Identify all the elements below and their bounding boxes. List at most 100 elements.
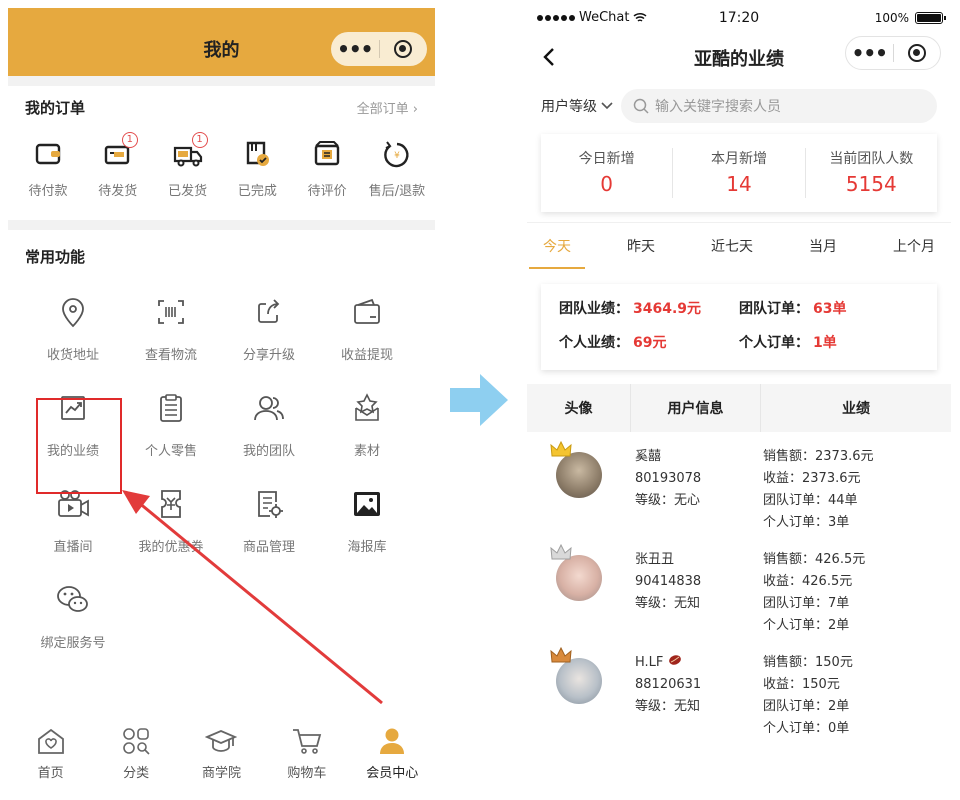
crown-icon <box>550 440 572 457</box>
team-stats-card: 今日新增 0 本月新增 14 当前团队人数 5154 <box>541 134 937 212</box>
battery-indicator: 100% <box>874 11 946 25</box>
personal-retail-button[interactable]: 个人零售 <box>122 378 220 474</box>
svg-text:¥: ¥ <box>394 151 400 161</box>
order-shipped[interactable]: 1 已发货 <box>156 132 220 220</box>
avatar <box>550 440 602 498</box>
order-pending-payment[interactable]: 待付款 <box>16 132 80 220</box>
live-room-button[interactable]: 直播间 <box>24 474 122 570</box>
my-coupons-button[interactable]: 我的优惠券 <box>122 474 220 570</box>
tab-category[interactable]: 分类 <box>96 726 176 781</box>
academy-icon <box>204 726 238 756</box>
close-miniprogram-icon[interactable] <box>893 44 940 62</box>
user-level: 等级：无心 <box>635 493 701 508</box>
my-team-button[interactable]: 我的团队 <box>220 378 318 474</box>
team-sales: 团队业绩： 3464.9元 <box>559 301 702 317</box>
location-icon <box>53 292 93 332</box>
search-placeholder: 输入关键字搜索人员 <box>655 99 781 115</box>
badge: 1 <box>191 132 208 148</box>
functions-grid: 收货地址 查看物流 分享升级 收益提现 我的业绩 个人零售 我的团队 素材 直播… <box>8 282 435 666</box>
poster-library-button[interactable]: 海报库 <box>318 474 416 570</box>
search-input[interactable]: 输入关键字搜索人员 <box>621 89 937 123</box>
share-icon <box>249 292 289 332</box>
table-header: 头像 用户信息 业绩 <box>527 384 951 432</box>
my-performance-button[interactable]: 我的业绩 <box>24 378 122 474</box>
user-name: H.LF <box>635 652 761 674</box>
table-row[interactable]: 奚囍 80193078 等级：无心 销售额：2373.6元 收益：2373.6元… <box>527 432 951 535</box>
right-phone-screen: WeChat 17:20 100% 亚酷的业绩 ••• 用户等级 输入关键字搜索… <box>527 0 951 800</box>
chart-icon <box>53 388 93 428</box>
logistics-button[interactable]: 查看物流 <box>122 282 220 378</box>
more-icon[interactable]: ••• <box>331 32 379 66</box>
chevron-down-icon <box>601 102 613 110</box>
user-name: 奚囍 <box>635 449 662 464</box>
tab-yesterday[interactable]: 昨天 <box>627 223 655 273</box>
tab-cart[interactable]: 购物车 <box>267 726 347 781</box>
tab-academy[interactable]: 商学院 <box>181 726 261 781</box>
miniprogram-capsule: ••• <box>845 36 941 70</box>
crown-icon <box>550 543 572 560</box>
done-box-icon <box>235 132 279 176</box>
avatar <box>550 543 602 601</box>
tab-last-month[interactable]: 上个月 <box>893 223 935 273</box>
coffee-bean-icon <box>668 655 681 665</box>
tab-member-center[interactable]: 会员中心 <box>352 726 432 781</box>
personal-orders: 个人订单： 1单 <box>739 335 837 351</box>
materials-button[interactable]: 素材 <box>318 378 416 474</box>
wechat-icon <box>53 580 93 620</box>
stat-team-size: 当前团队人数 5154 <box>829 151 914 196</box>
coupon-icon <box>151 484 191 524</box>
crown-icon <box>550 646 572 663</box>
orders-title: 我的订单 <box>25 98 86 117</box>
image-icon <box>347 484 387 524</box>
product-management-button[interactable]: 商品管理 <box>220 474 318 570</box>
wallet-withdraw-icon <box>347 292 387 332</box>
all-orders-link[interactable]: 全部订单 › <box>357 98 418 117</box>
filter-bar: 用户等级 输入关键字搜索人员 <box>527 78 951 134</box>
package-icon: 1 <box>96 132 140 176</box>
user-id: 88120631 <box>635 677 702 692</box>
user-performance: 销售额：150元 收益：150元 团队订单：2单 个人订单：0单 <box>763 655 853 736</box>
address-button[interactable]: 收货地址 <box>24 282 122 378</box>
bind-service-account-button[interactable]: 绑定服务号 <box>24 570 122 666</box>
close-miniprogram-icon[interactable] <box>379 40 427 58</box>
table-row[interactable]: H.LF 88120631 等级：无知 销售额：150元 收益：150元 团队订… <box>527 638 951 741</box>
product-settings-icon <box>249 484 289 524</box>
star-box-icon <box>347 388 387 428</box>
table-row[interactable]: 张丑丑 90414838 等级：无知 销售额：426.5元 收益：426.5元 … <box>527 535 951 638</box>
category-icon <box>119 726 153 756</box>
tab-this-month[interactable]: 当月 <box>809 223 837 273</box>
more-icon[interactable]: ••• <box>846 36 893 70</box>
refund-icon: ¥ <box>375 132 419 176</box>
user-id: 80193078 <box>635 471 702 486</box>
battery-percent: 100% <box>874 11 909 25</box>
order-completed[interactable]: 已完成 <box>225 132 289 220</box>
clipboard-icon <box>151 388 191 428</box>
personal-sales: 个人业绩： 69元 <box>559 335 667 351</box>
cart-icon <box>290 726 324 756</box>
withdraw-button[interactable]: 收益提现 <box>318 282 416 378</box>
left-phone-screen: 我的 ••• 我的订单 全部订单 › 待付款 1 待发货 1 已发货 已完成 待… <box>8 8 435 792</box>
badge: 1 <box>121 132 138 148</box>
period-tabs: 今天 昨天 近七天 当月 上个月 <box>527 222 951 272</box>
user-info: H.LF 88120631 等级：无知 <box>631 652 761 741</box>
order-status-row: 待付款 1 待发货 1 已发货 已完成 待评价 ¥ 售后/退款 <box>8 128 435 220</box>
user-level: 等级：无知 <box>635 699 701 714</box>
wallet-icon <box>26 132 70 176</box>
tab-home[interactable]: 首页 <box>11 726 91 781</box>
user-level-dropdown[interactable]: 用户等级 <box>541 96 613 116</box>
mine-header: 我的 ••• <box>8 8 435 76</box>
user-id: 90414838 <box>635 574 702 589</box>
order-pending-shipment[interactable]: 1 待发货 <box>86 132 150 220</box>
tab-last-7-days[interactable]: 近七天 <box>711 223 753 273</box>
header-user-info: 用户信息 <box>631 384 761 432</box>
battery-icon <box>915 12 946 24</box>
share-upgrade-button[interactable]: 分享升级 <box>220 282 318 378</box>
order-refund[interactable]: ¥ 售后/退款 <box>365 132 429 220</box>
bottom-tabbar: 首页 分类 商学院 购物车 会员中心 <box>8 708 435 792</box>
team-icon <box>249 388 289 428</box>
tab-today[interactable]: 今天 <box>529 223 585 273</box>
order-pending-review[interactable]: 待评价 <box>295 132 359 220</box>
status-bar: WeChat 17:20 100% <box>527 0 951 36</box>
user-performance: 销售额：2373.6元 收益：2373.6元 团队订单：44单 个人订单：3单 <box>763 449 874 530</box>
orders-header: 我的订单 全部订单 › <box>8 86 435 128</box>
